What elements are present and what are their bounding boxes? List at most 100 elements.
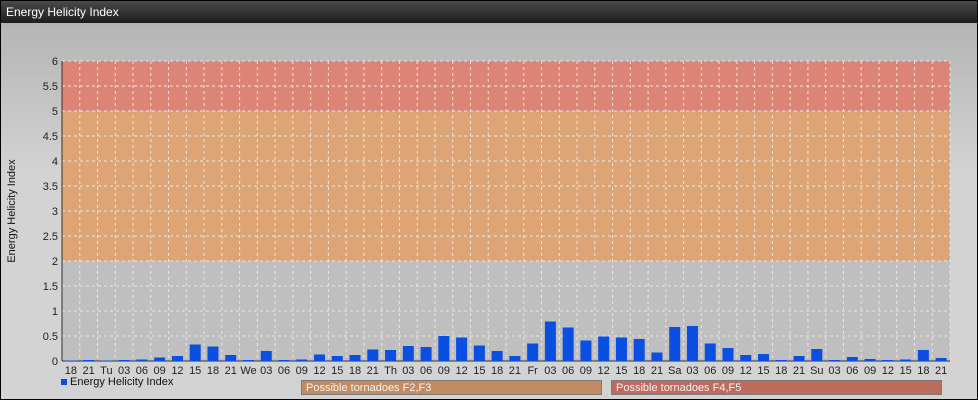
y-tick-label: 3	[52, 206, 58, 218]
y-tick-label: 2.5	[43, 231, 58, 243]
bar	[775, 360, 787, 361]
x-tick-label: 21	[793, 365, 805, 377]
x-tick-label: 12	[740, 365, 752, 377]
bar	[598, 336, 610, 361]
bar	[100, 360, 112, 361]
x-tick-label: 21	[225, 365, 237, 377]
bar	[491, 351, 503, 361]
bar	[207, 346, 219, 361]
bar	[544, 321, 556, 361]
bar	[260, 351, 272, 361]
x-tick-label: 12	[598, 365, 610, 377]
y-tick-label: 5	[52, 106, 58, 118]
x-tick-label: 12	[313, 365, 325, 377]
bar	[633, 339, 645, 361]
bar	[651, 352, 663, 361]
bar	[615, 337, 627, 361]
y-tick-label: 1	[52, 306, 58, 318]
x-tick-label: 12	[455, 365, 467, 377]
bar	[367, 349, 379, 361]
x-tick-label: 18	[349, 365, 361, 377]
x-tick-label: 15	[189, 365, 201, 377]
x-tick-label: Sa	[668, 365, 682, 377]
y-tick-label: 2	[52, 256, 58, 268]
x-tick-label: 06	[420, 365, 432, 377]
bar	[758, 354, 770, 361]
legend-label: Energy Helicity Index	[70, 376, 174, 388]
panel-title: Energy Helicity Index	[1, 1, 977, 23]
bar	[278, 360, 290, 361]
y-tick-label: 6	[52, 56, 58, 68]
x-tick-label: 06	[846, 365, 858, 377]
bar	[900, 359, 912, 361]
x-tick-label: 21	[651, 365, 663, 377]
chart-panel: Energy Helicity Index 0 0.5 1 1.5 2 2.5 3 3.5 4 4…	[0, 0, 978, 400]
bar	[917, 350, 929, 361]
x-tick-label: Fr	[527, 365, 538, 377]
bar	[527, 343, 539, 361]
bar	[314, 354, 326, 361]
x-tick-label: 06	[278, 365, 290, 377]
x-tick-label: 12	[882, 365, 894, 377]
x-tick-label: 18	[775, 365, 787, 377]
zone-label-f4-f5: Possible tornadoes F4,F5	[611, 380, 942, 395]
ehi-chart: 0 0.5 1 1.5 2 2.5 3 3.5 4 4.5 5 5.5 6 Energy Helicity…	[6, 56, 951, 377]
x-tick-label: 03	[828, 365, 840, 377]
bar	[669, 327, 681, 361]
x-tick-label: 09	[580, 365, 592, 377]
bar	[562, 327, 574, 361]
x-tick-label: 03	[402, 365, 414, 377]
x-tick-label: 15	[899, 365, 911, 377]
y-tick-label: 5.5	[43, 81, 58, 93]
x-tick-label: 06	[704, 365, 716, 377]
bar	[331, 356, 343, 361]
y-axis-title: Energy Helicity Index	[6, 159, 18, 263]
bar	[935, 358, 947, 361]
bar	[242, 360, 254, 361]
y-tick-label: 4	[52, 156, 58, 168]
chart-area: 0 0.5 1 1.5 2 2.5 3 3.5 4 4.5 5 5.5 6 Energy Helicity…	[1, 23, 977, 399]
bar	[225, 355, 237, 361]
x-tick-label: 03	[544, 365, 556, 377]
x-tick-label: 15	[757, 365, 769, 377]
bar	[420, 347, 432, 361]
x-tick-label: 18	[917, 365, 929, 377]
bar	[154, 357, 166, 361]
bar	[846, 357, 858, 361]
y-tick-label: 0.5	[43, 331, 58, 343]
bar	[704, 343, 716, 361]
x-tick-label: 21	[509, 365, 521, 377]
x-tick-label: 21	[935, 365, 947, 377]
x-tick-label: Th	[384, 365, 397, 377]
x-tick-label: 15	[473, 365, 485, 377]
x-tick-label: 09	[438, 365, 450, 377]
zone-label-f2-f3: Possible tornadoes F2,F3	[301, 380, 602, 395]
legend-swatch	[61, 379, 67, 386]
bar	[189, 344, 201, 361]
bar	[829, 360, 841, 361]
bar	[83, 360, 95, 361]
bar	[509, 356, 521, 361]
bar	[118, 360, 130, 361]
bar	[438, 336, 450, 361]
x-tick-label: 09	[864, 365, 876, 377]
bar	[811, 349, 823, 361]
x-tick-label: 09	[296, 365, 308, 377]
x-tick-label: 18	[633, 365, 645, 377]
bar	[882, 360, 894, 361]
x-tick-label: 21	[367, 365, 379, 377]
y-tick-label: 1.5	[43, 281, 58, 293]
x-tick-label: 18	[207, 365, 219, 377]
bar	[385, 350, 397, 361]
bar	[864, 359, 876, 361]
bar	[793, 356, 805, 361]
bar	[740, 355, 752, 361]
bar	[296, 359, 308, 361]
x-tick-label: 18	[491, 365, 503, 377]
bar	[349, 355, 361, 361]
bar	[686, 326, 698, 361]
x-tick-label: Su	[810, 365, 823, 377]
y-tick-label: 4.5	[43, 131, 58, 143]
x-tick-label: 15	[615, 365, 627, 377]
bar	[580, 340, 592, 361]
